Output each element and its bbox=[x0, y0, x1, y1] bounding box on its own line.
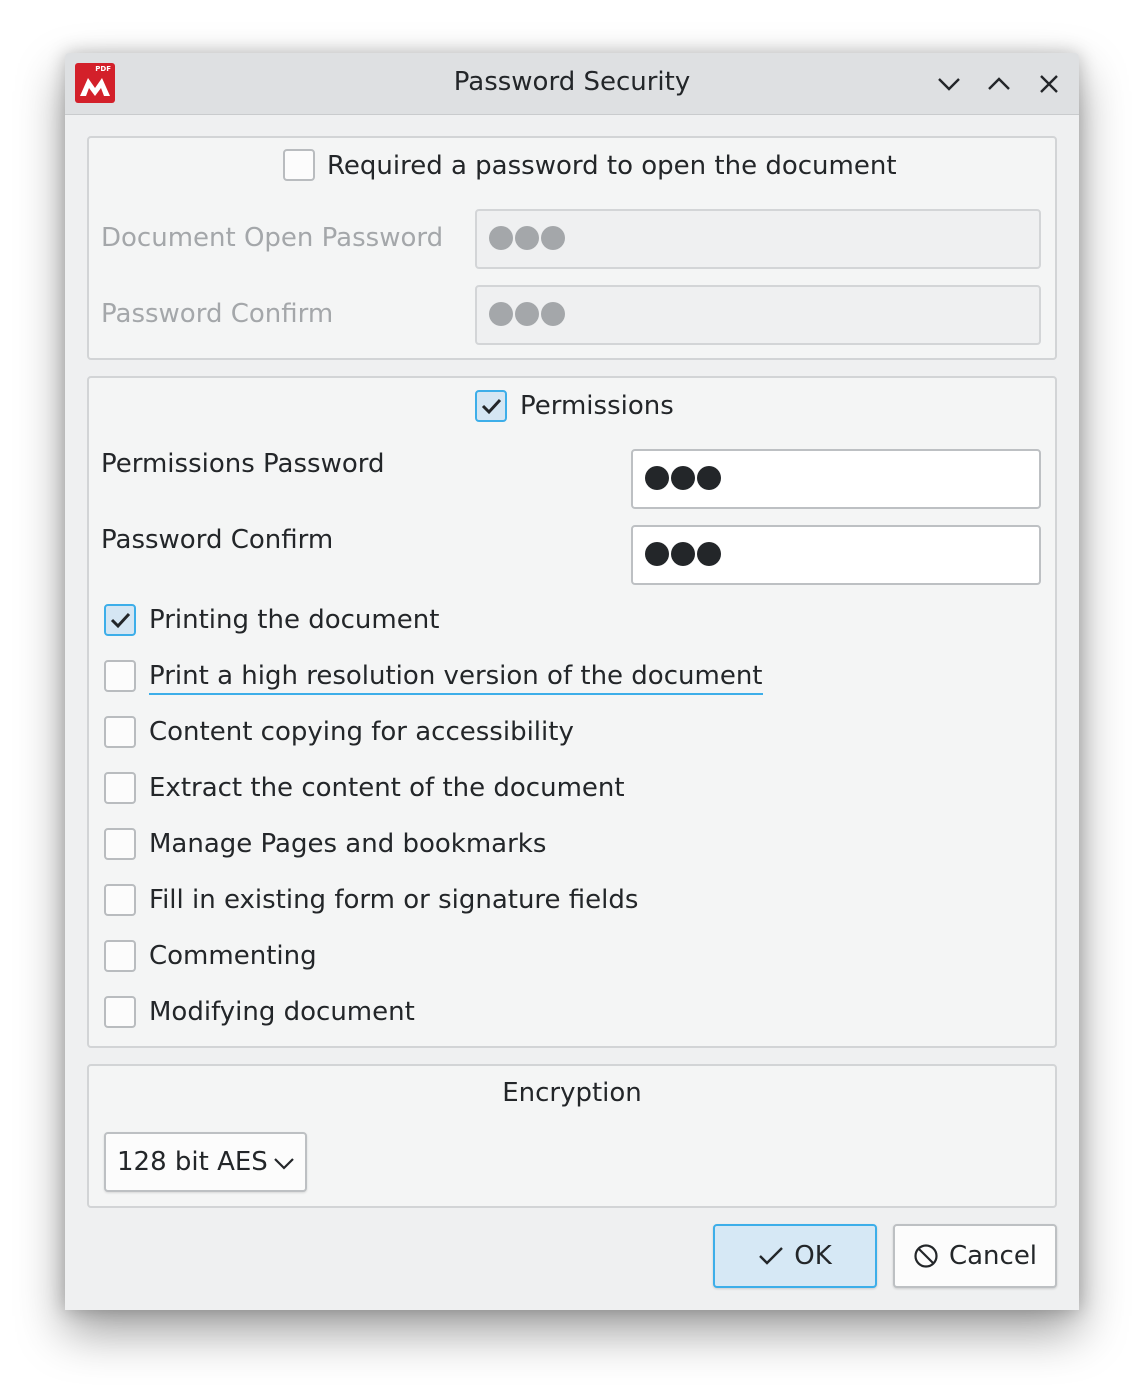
require-open-password-checkbox[interactable] bbox=[283, 149, 315, 181]
window-title: Password Security bbox=[453, 67, 691, 97]
checkmark-icon bbox=[110, 612, 131, 629]
modifying-checkbox[interactable] bbox=[104, 996, 136, 1028]
checkmark-icon bbox=[759, 1247, 784, 1265]
password-mask bbox=[489, 226, 565, 250]
open-password-group: Required a password to open the document… bbox=[87, 136, 1057, 360]
title-bar[interactable]: PDF Password Security bbox=[65, 53, 1079, 115]
permissions-password-label: Permissions Password bbox=[101, 449, 385, 479]
require-open-password-label: Required a password to open the document bbox=[327, 151, 897, 181]
password-mask bbox=[645, 542, 721, 566]
print-high-res-checkbox[interactable] bbox=[104, 660, 136, 692]
copy-accessibility-checkbox[interactable] bbox=[104, 716, 136, 748]
close-icon bbox=[1040, 75, 1058, 93]
extract-content-label: Extract the content of the document bbox=[149, 773, 625, 803]
commenting-checkbox[interactable] bbox=[104, 940, 136, 972]
extract-content-checkbox[interactable] bbox=[104, 772, 136, 804]
chevron-down-icon bbox=[938, 78, 960, 91]
cancel-button[interactable]: Cancel bbox=[893, 1224, 1057, 1288]
encryption-value: 128 bit AES bbox=[117, 1147, 268, 1177]
open-password-label: Document Open Password bbox=[101, 223, 444, 253]
manage-pages-checkbox[interactable] bbox=[104, 828, 136, 860]
permissions-confirm-input[interactable] bbox=[631, 525, 1041, 585]
checkmark-icon bbox=[481, 398, 502, 415]
commenting-label: Commenting bbox=[149, 941, 317, 971]
permissions-confirm-label: Password Confirm bbox=[101, 525, 334, 555]
encryption-group: Encryption 128 bit AES bbox=[87, 1064, 1057, 1208]
cancel-label: Cancel bbox=[948, 1241, 1038, 1271]
permissions-checkbox[interactable] bbox=[475, 390, 507, 422]
permissions-label: Permissions bbox=[520, 391, 674, 421]
password-security-dialog: PDF Password Security Required a passwor… bbox=[65, 53, 1079, 1310]
close-button[interactable] bbox=[1034, 69, 1064, 99]
permissions-password-input[interactable] bbox=[631, 449, 1041, 509]
manage-pages-label: Manage Pages and bookmarks bbox=[149, 829, 547, 859]
encryption-select[interactable]: 128 bit AES bbox=[104, 1132, 307, 1192]
maximize-button[interactable] bbox=[984, 69, 1014, 99]
copy-accessibility-label: Content copying for accessibility bbox=[149, 717, 574, 747]
open-password-confirm-input[interactable] bbox=[475, 285, 1041, 345]
open-password-input[interactable] bbox=[475, 209, 1041, 269]
chevron-up-icon bbox=[988, 77, 1010, 90]
fill-forms-checkbox[interactable] bbox=[104, 884, 136, 916]
print-high-res-label: Print a high resolution version of the d… bbox=[149, 661, 763, 695]
modifying-label: Modifying document bbox=[149, 997, 415, 1027]
print-checkbox[interactable] bbox=[104, 604, 136, 636]
open-password-confirm-label: Password Confirm bbox=[101, 299, 334, 329]
minimize-button[interactable] bbox=[934, 69, 964, 99]
print-label: Printing the document bbox=[149, 605, 440, 635]
fill-forms-label: Fill in existing form or signature field… bbox=[149, 885, 639, 915]
ok-label: OK bbox=[794, 1241, 832, 1271]
chevron-down-icon bbox=[274, 1158, 294, 1170]
ok-button[interactable]: OK bbox=[713, 1224, 877, 1288]
encryption-title: Encryption bbox=[502, 1078, 642, 1108]
password-mask bbox=[489, 302, 565, 326]
cancel-icon bbox=[914, 1244, 938, 1268]
permissions-group: Permissions Permissions Password Passwor… bbox=[87, 376, 1057, 1048]
password-mask bbox=[645, 466, 721, 490]
